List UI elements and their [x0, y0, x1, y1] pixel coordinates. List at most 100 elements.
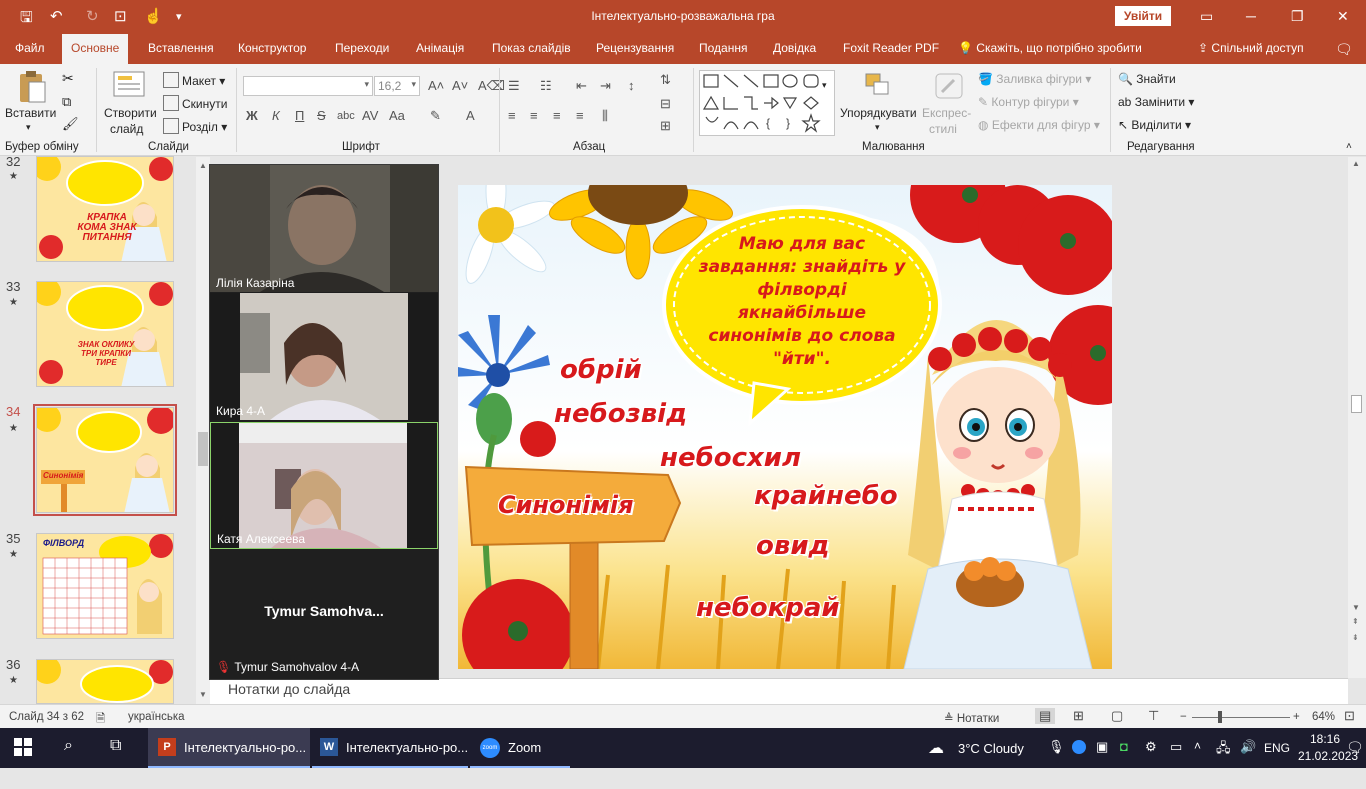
- notes-area[interactable]: Нотатки до слайда: [210, 678, 1348, 704]
- taskbar-app-word[interactable]: W Інтелектуально-ро...: [312, 728, 468, 768]
- network-icon[interactable]: 🖧: [1216, 739, 1231, 779]
- zoom-tray-icon[interactable]: [1072, 740, 1086, 754]
- tab-home[interactable]: Основне: [62, 34, 129, 64]
- notifications-icon[interactable]: 🗨: [1346, 739, 1364, 779]
- shapes-scroll-icon[interactable]: ▾: [822, 80, 827, 91]
- task-view-icon[interactable]: ⧉: [110, 737, 121, 777]
- slide-scrollbar[interactable]: ▲ ▼ ⇞ ⇟: [1348, 157, 1366, 678]
- tab-transitions[interactable]: Переходи: [335, 41, 389, 55]
- new-slide-button-line2[interactable]: слайд: [110, 122, 143, 136]
- current-slide[interactable]: Маю для вас завдання: знайдіть у філворд…: [458, 185, 1112, 669]
- find-button[interactable]: 🔍 Знайти: [1118, 72, 1176, 86]
- sign-in-button[interactable]: Увійти: [1115, 6, 1171, 26]
- volume-icon[interactable]: 🔊: [1240, 739, 1256, 779]
- copy-icon[interactable]: ⧉: [62, 94, 71, 110]
- tab-design[interactable]: Конструктор: [238, 41, 306, 55]
- close-icon[interactable]: ✕: [1337, 8, 1349, 25]
- numbering-icon[interactable]: ☷: [540, 78, 552, 94]
- slide-thumbnail-35[interactable]: ФІЛВОРД: [36, 533, 174, 639]
- cloud-icon[interactable]: ☁: [928, 738, 944, 778]
- slide-thumbnail-32[interactable]: КРАПКА КОМА ЗНАК ПИТАННЯ: [36, 156, 174, 262]
- new-slide-button-line1[interactable]: Створити: [104, 106, 157, 120]
- shape-fill-button[interactable]: 🪣 Заливка фігури ▾: [978, 72, 1091, 86]
- text-shadow-icon[interactable]: abc: [337, 110, 355, 122]
- participant-tile[interactable]: Кира 4-А: [210, 293, 438, 420]
- paste-button[interactable]: Вставити: [5, 106, 56, 120]
- decrease-indent-icon[interactable]: ⇤: [576, 78, 587, 94]
- columns-icon[interactable]: ⫼: [602, 108, 608, 124]
- fit-to-window-icon[interactable]: ⊡: [1344, 708, 1355, 724]
- share-button[interactable]: ⇪ Спільний доступ: [1198, 41, 1304, 55]
- notes-toggle[interactable]: ≜ Нотатки: [944, 711, 999, 725]
- reading-view-icon[interactable]: ▢: [1111, 708, 1123, 724]
- next-slide-icon[interactable]: ⇟: [1352, 633, 1359, 642]
- zoom-out-icon[interactable]: −: [1180, 711, 1187, 723]
- slide-thumbnail-36[interactable]: [36, 659, 174, 704]
- reset-button[interactable]: Скинути: [163, 95, 227, 111]
- new-slide-icon[interactable]: [112, 70, 146, 101]
- taskbar-app-powerpoint[interactable]: P Інтелектуально-ро...: [148, 728, 310, 768]
- shape-outline-button[interactable]: ✎ Контур фігури ▾: [978, 95, 1079, 109]
- shape-effects-button[interactable]: ◍ Ефекти для фігур ▾: [978, 118, 1100, 132]
- grow-font-icon[interactable]: A˄: [428, 78, 444, 93]
- scrollbar-thumb[interactable]: [1351, 395, 1362, 413]
- increase-indent-icon[interactable]: ⇥: [600, 78, 611, 94]
- tab-review[interactable]: Рецензування: [596, 41, 674, 55]
- language-indicator[interactable]: українська: [128, 711, 185, 723]
- line-spacing-icon[interactable]: ↕: [628, 78, 635, 93]
- zoom-in-icon[interactable]: +: [1293, 711, 1300, 723]
- zoom-slider[interactable]: [1192, 717, 1290, 718]
- zoom-video-panel[interactable]: Лілія Казаріна Кира 4-А Катя Алексеева T…: [209, 164, 439, 680]
- taskbar-app-zoom[interactable]: zoom Zoom: [470, 728, 570, 768]
- slide-thumbnail-33[interactable]: ЗНАК ОКЛИКУ ТРИ КРАПКИ ТИРЕ: [36, 281, 174, 387]
- highlight-icon[interactable]: ✎: [430, 108, 441, 124]
- prev-slide-icon[interactable]: ⇞: [1352, 617, 1359, 626]
- collapse-ribbon-icon[interactable]: ˄: [1346, 141, 1352, 152]
- select-button[interactable]: ↖ Виділити ▾: [1118, 118, 1191, 132]
- replace-button[interactable]: ab Замінити ▾: [1118, 95, 1194, 109]
- maximize-icon[interactable]: ❐: [1291, 8, 1304, 25]
- tab-slideshow[interactable]: Показ слайдів: [492, 41, 571, 55]
- comments-icon[interactable]: 🗨: [1335, 41, 1353, 58]
- align-text-icon[interactable]: ⊟: [660, 96, 671, 112]
- paste-dropdown-icon[interactable]: ▾: [26, 122, 31, 133]
- weather-text[interactable]: 3°C Cloudy: [958, 741, 1024, 781]
- shrink-font-icon[interactable]: A˅: [452, 78, 468, 93]
- tray-app-icon[interactable]: ⚙: [1145, 739, 1157, 779]
- font-size-combo[interactable]: 16,2 ▾: [374, 76, 420, 96]
- char-spacing-icon[interactable]: AV: [362, 108, 378, 123]
- arrange-button[interactable]: Упорядкувати: [840, 106, 917, 120]
- paste-icon[interactable]: [12, 70, 52, 104]
- italic-button[interactable]: К: [272, 108, 280, 123]
- font-color-icon[interactable]: A: [466, 108, 475, 123]
- align-center-icon[interactable]: ≡: [530, 108, 538, 123]
- strikethrough-button[interactable]: S: [317, 108, 326, 123]
- quick-styles-line1[interactable]: Експрес-: [922, 106, 971, 120]
- normal-view-icon[interactable]: ▤: [1035, 708, 1056, 724]
- bold-button[interactable]: Ж: [246, 108, 258, 123]
- section-button[interactable]: Розділ ▾: [163, 118, 227, 134]
- zoom-level[interactable]: 64%: [1312, 711, 1335, 723]
- tab-insert[interactable]: Вставлення: [148, 41, 214, 55]
- tab-animations[interactable]: Анімація: [416, 41, 464, 55]
- justify-icon[interactable]: ≡: [576, 108, 584, 123]
- font-name-combo[interactable]: ▾: [243, 76, 373, 96]
- slideshow-view-icon[interactable]: ⊤: [1148, 708, 1159, 724]
- layout-button[interactable]: Макет ▾: [163, 72, 225, 88]
- thumbnails-scrollbar[interactable]: ▲ ▼: [196, 157, 210, 704]
- windows-start-icon[interactable]: [14, 738, 32, 778]
- participant-tile[interactable]: Лілія Казаріна: [210, 165, 438, 292]
- change-case-button[interactable]: Aa: [389, 108, 405, 123]
- bullets-icon[interactable]: ☰: [508, 78, 520, 94]
- tab-view[interactable]: Подання: [699, 41, 747, 55]
- tab-foxit[interactable]: Foxit Reader PDF: [843, 41, 939, 55]
- tab-file[interactable]: Файл: [15, 41, 45, 55]
- show-hidden-icons[interactable]: ˄: [1194, 739, 1201, 779]
- tray-app-icon[interactable]: ▭: [1170, 739, 1182, 779]
- quick-styles-line2[interactable]: стилі: [929, 122, 957, 136]
- arrange-dropdown-icon[interactable]: ▾: [875, 122, 880, 133]
- zoom-slider-thumb[interactable]: [1218, 711, 1222, 723]
- clear-format-icon[interactable]: A⌫: [478, 78, 505, 94]
- format-painter-icon[interactable]: 🖌: [62, 116, 79, 132]
- text-direction-icon[interactable]: ⇅: [660, 72, 671, 88]
